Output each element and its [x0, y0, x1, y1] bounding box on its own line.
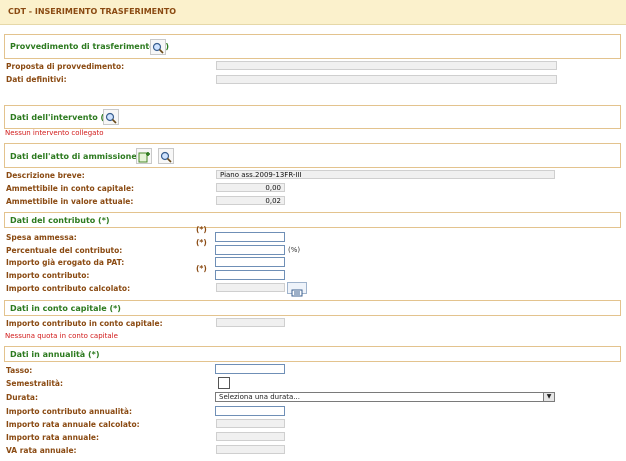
proposta-label: Proposta di provvedimento: — [6, 62, 125, 71]
importo-contributo-input[interactable] — [215, 270, 285, 280]
durata-selected-value: Seleziona una durata... — [219, 393, 300, 401]
section-conto-capitale: Dati in conto capitale (*) — [4, 300, 621, 316]
search-icon[interactable] — [103, 109, 119, 125]
section-intervento: Dati dell'intervento (*) — [4, 105, 621, 129]
section-title-intervento: Dati dell'intervento (*) — [10, 113, 113, 122]
chevron-down-icon[interactable]: ▼ — [543, 393, 554, 401]
required-marker: (*) — [196, 225, 207, 234]
spesa-label: Spesa ammessa: — [6, 233, 77, 242]
valore-attuale-field: 0,02 — [216, 196, 285, 205]
semestralita-label: Semestralità: — [6, 379, 63, 388]
conto-capitale-field: 0,00 — [216, 183, 285, 192]
erogato-label: Importo già erogato da PAT: — [6, 258, 125, 267]
required-marker: (*) — [196, 264, 207, 273]
importo-contributo-label: Importo contributo: — [6, 271, 90, 280]
calcolato-label: Importo contributo calcolato: — [6, 284, 131, 293]
tasso-label: Tasso: — [6, 366, 33, 375]
calculator-icon[interactable] — [287, 282, 307, 297]
va-rata-field — [216, 445, 285, 454]
importo-conto-capitale-label: Importo contributo in conto capitale: — [6, 319, 163, 328]
durata-label: Durata: — [6, 393, 38, 402]
section-title-atto: Dati dell'atto di ammissione (*) — [10, 152, 152, 161]
descrizione-field: Piano ass.2009-13FR-III — [216, 170, 555, 179]
rata-annuale-field — [216, 432, 285, 441]
window-title: CDT - INSERIMENTO TRASFERIMENTO — [8, 7, 177, 16]
section-provvedimento: Provvedimento di trasferimento (*) — [4, 34, 621, 59]
valore-attuale-label: Ammettibile in valore attuale: — [6, 197, 134, 206]
rata-calcolato-label: Importo rata annuale calcolato: — [6, 420, 140, 429]
required-marker: (*) — [196, 238, 207, 247]
conto-capitale-label: Ammettibile in conto capitale: — [6, 184, 135, 193]
section-title-conto-capitale: Dati in conto capitale (*) — [10, 304, 121, 313]
percentuale-unit: (%) — [288, 246, 301, 254]
section-contributo: Dati del contributo (*) — [4, 212, 621, 228]
proposta-field — [216, 61, 557, 70]
tasso-input[interactable] — [215, 364, 285, 374]
va-rata-label: VA rata annuale: — [6, 446, 77, 455]
section-title-provvedimento: Provvedimento di trasferimento (*) — [10, 42, 170, 51]
add-icon[interactable] — [136, 148, 152, 164]
rata-calcolato-field — [216, 419, 285, 428]
spesa-input[interactable] — [215, 232, 285, 242]
definitivi-label: Dati definitivi: — [6, 75, 67, 84]
percentuale-input[interactable] — [215, 245, 285, 255]
durata-select[interactable]: Seleziona una durata... ▼ — [215, 392, 555, 402]
erogato-input[interactable] — [215, 257, 285, 267]
intervento-warning: Nessun intervento collegato — [5, 129, 104, 137]
section-title-contributo: Dati del contributo (*) — [10, 216, 110, 225]
rata-annuale-label: Importo rata annuale: — [6, 433, 99, 442]
importo-annualita-input[interactable] — [215, 406, 285, 416]
section-annualita: Dati in annualità (*) — [4, 346, 621, 362]
section-atto: Dati dell'atto di ammissione (*) — [4, 143, 621, 168]
window-title-bar: CDT - INSERIMENTO TRASFERIMENTO — [0, 0, 626, 25]
definitivi-field — [216, 75, 557, 84]
importo-conto-capitale-field — [216, 318, 285, 327]
conto-capitale-warning: Nessuna quota in conto capitale — [5, 332, 118, 340]
search-icon[interactable] — [158, 148, 174, 164]
search-icon[interactable] — [150, 39, 166, 55]
importo-annualita-label: Importo contributo annualità: — [6, 407, 132, 416]
section-title-annualita: Dati in annualità (*) — [10, 350, 100, 359]
semestralita-checkbox[interactable] — [218, 377, 230, 389]
percentuale-label: Percentuale del contributo: — [6, 246, 123, 255]
calcolato-field — [216, 283, 285, 292]
descrizione-label: Descrizione breve: — [6, 171, 85, 180]
